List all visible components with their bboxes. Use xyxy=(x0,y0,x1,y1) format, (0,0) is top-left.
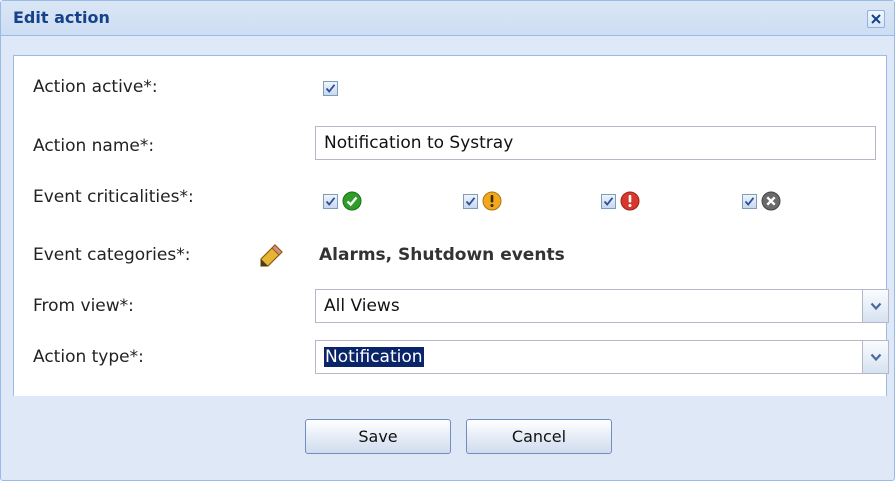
from-view-dropdown-button[interactable] xyxy=(863,289,889,323)
action-name-field[interactable] xyxy=(315,126,876,160)
action-active-label: Action active*: xyxy=(33,77,158,97)
criticality-unknown-checkbox[interactable] xyxy=(742,194,757,209)
checkmark-icon xyxy=(603,197,614,206)
checkmark-icon xyxy=(325,197,336,206)
action-type-combo[interactable]: Notification xyxy=(315,340,863,374)
action-name-input[interactable] xyxy=(324,133,864,153)
from-view-value: All Views xyxy=(324,296,400,316)
action-active-checkbox[interactable] xyxy=(323,81,338,96)
action-name-label: Action name*: xyxy=(33,136,155,156)
edit-action-dialog: Edit action Action active*: Action name*… xyxy=(0,0,895,481)
action-type-label: Action type*: xyxy=(33,347,144,367)
chevron-down-icon xyxy=(870,302,882,311)
dialog-titlebar[interactable]: Edit action xyxy=(1,1,894,36)
x-circle-icon xyxy=(761,191,781,211)
criticality-warning-checkbox[interactable] xyxy=(463,194,478,209)
event-criticalities-label: Event criticalities*: xyxy=(33,187,194,207)
pencil-icon[interactable] xyxy=(257,242,285,270)
event-categories-label: Event categories*: xyxy=(33,245,191,265)
warning-circle-icon xyxy=(482,191,502,211)
checkmark-icon xyxy=(325,84,336,93)
action-type-dropdown-button[interactable] xyxy=(863,340,889,374)
close-icon xyxy=(871,14,881,24)
criticality-error-checkbox[interactable] xyxy=(601,194,616,209)
error-circle-icon xyxy=(620,191,640,211)
from-view-combo[interactable]: All Views xyxy=(315,289,863,323)
action-type-value: Notification xyxy=(324,347,424,367)
close-button[interactable] xyxy=(867,10,885,28)
event-categories-value: Alarms, Shutdown events xyxy=(319,245,565,265)
checkmark-icon xyxy=(465,197,476,206)
chevron-down-icon xyxy=(870,353,882,362)
criticality-ok-checkbox[interactable] xyxy=(323,194,338,209)
cancel-button[interactable]: Cancel xyxy=(466,419,612,454)
save-button[interactable]: Save xyxy=(305,419,451,454)
from-view-label: From view*: xyxy=(33,296,134,316)
checkmark-icon xyxy=(744,197,755,206)
dialog-title: Edit action xyxy=(13,8,110,27)
check-circle-icon xyxy=(342,191,362,211)
